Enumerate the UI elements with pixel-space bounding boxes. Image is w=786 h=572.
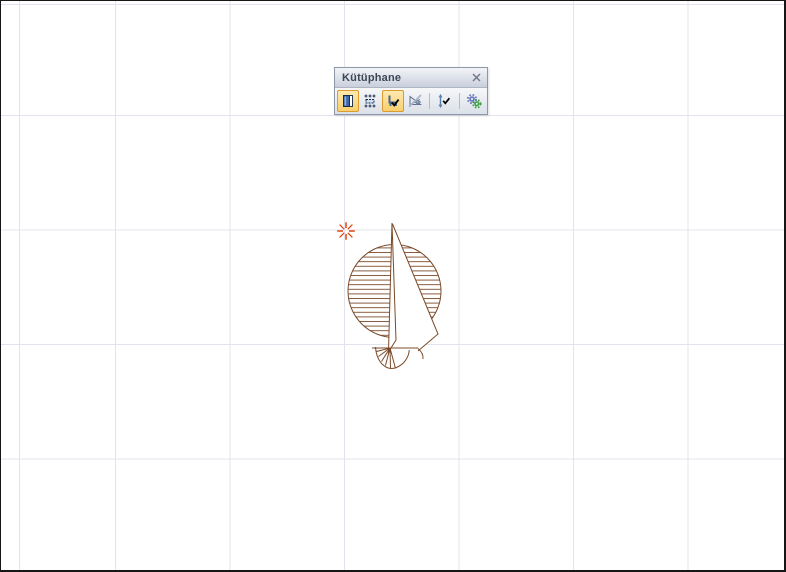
book-icon [340, 93, 356, 109]
toolbar-button-row [335, 88, 487, 114]
toolbar-title: Kütüphane [342, 71, 402, 84]
drawing-canvas[interactable]: Kütüphane [1, 1, 784, 570]
origin-marker[interactable] [337, 222, 355, 240]
slashed-triangle-gear-icon [407, 93, 423, 109]
no-parameters-button[interactable] [404, 90, 426, 112]
gears-icon [466, 93, 482, 109]
toolbar-separator [429, 93, 431, 109]
vertical-arrow-check-icon [436, 93, 452, 109]
hotspots-icon [362, 93, 378, 109]
stretch-height-button[interactable] [433, 90, 455, 112]
chair-check-icon [385, 93, 401, 109]
settings-button[interactable] [463, 90, 485, 112]
application-window: Kütüphane [0, 0, 786, 572]
library-part-button[interactable] [337, 90, 360, 112]
toolbar-separator [458, 93, 460, 109]
library-object-tree-symbol[interactable] [326, 206, 456, 381]
place-object-button[interactable] [381, 90, 404, 112]
hotspots-button[interactable] [359, 90, 381, 112]
close-icon[interactable] [470, 71, 482, 83]
library-toolbar: Kütüphane [334, 67, 488, 115]
toolbar-titlebar[interactable]: Kütüphane [335, 68, 487, 88]
